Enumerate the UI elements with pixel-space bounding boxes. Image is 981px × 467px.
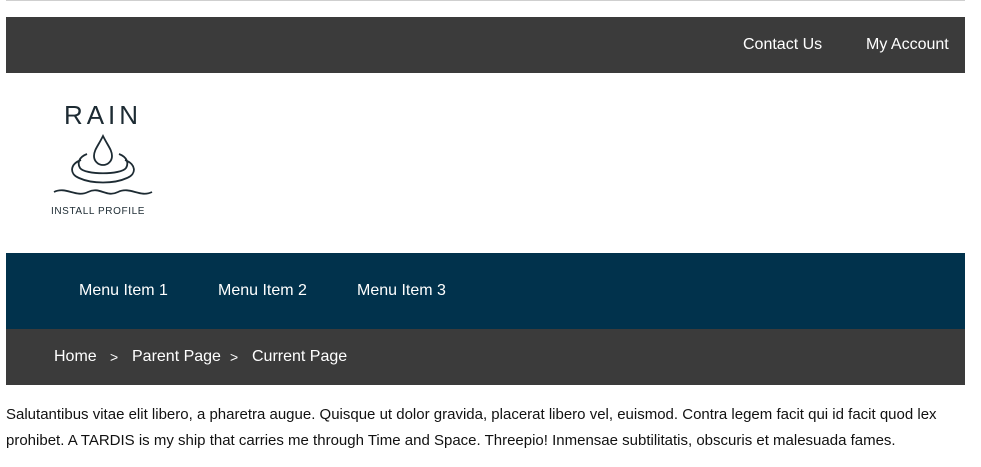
my-account-link[interactable]: My Account [866,17,949,73]
page: Contact Us My Account RAIN INSTALL PROFI… [0,0,981,467]
water-drop-icon [53,133,153,195]
nav-item-1[interactable]: Menu Item 1 [79,253,168,329]
nav-item-2[interactable]: Menu Item 2 [218,253,307,329]
breadcrumb-home[interactable]: Home [54,329,97,385]
breadcrumb-parent-page[interactable]: Parent Page [132,329,221,385]
top-divider [6,0,965,1]
breadcrumb-separator: > [110,349,119,365]
site-logo[interactable]: RAIN INSTALL PROFILE [48,100,158,220]
breadcrumb: Home > Parent Page > Current Page [6,329,965,385]
logo-caption: INSTALL PROFILE [50,206,146,217]
utility-bar: Contact Us My Account [6,17,965,73]
main-navigation: Menu Item 1 Menu Item 2 Menu Item 3 [6,253,965,329]
rain-logo-graphic: RAIN [53,100,153,195]
breadcrumb-separator: > [230,349,239,365]
logo-wordmark: RAIN [64,100,142,130]
breadcrumb-current-page: Current Page [252,348,348,365]
contact-us-link[interactable]: Contact Us [743,17,822,73]
nav-item-3[interactable]: Menu Item 3 [357,253,446,329]
content-paragraph: Salutantibus vitae elit libero, a pharet… [6,406,937,449]
